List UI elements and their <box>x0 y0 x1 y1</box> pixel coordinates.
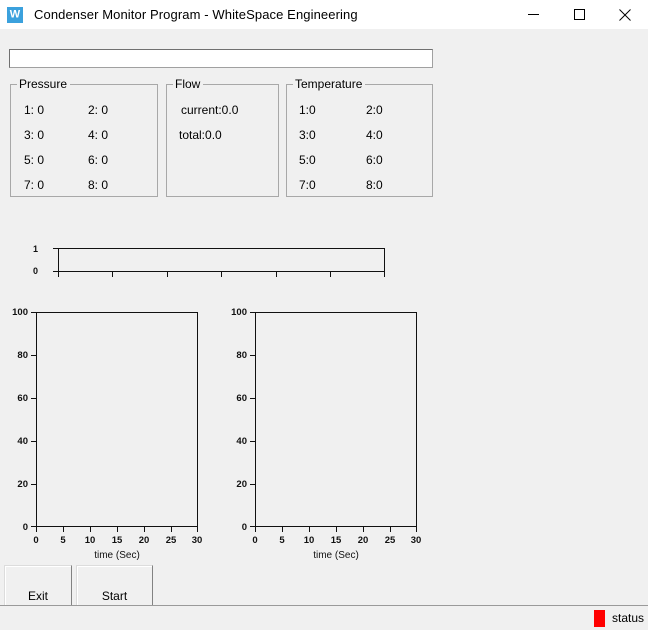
temperature-readout-7: 7:0 <box>299 178 316 192</box>
pressure-groupbox: Pressure 1: 0 2: 0 3: 0 4: 0 5: 0 6: 0 7… <box>10 77 158 197</box>
temperature-chart-xtick-label-25: 25 <box>384 535 396 546</box>
pressure-readout-7: 7: 0 <box>24 178 45 192</box>
temperature-chart-xtick-label-0: 0 <box>252 535 258 546</box>
pressure-readout-4: 4: 0 <box>88 128 109 142</box>
temperature-readout-6: 6:0 <box>366 153 383 167</box>
status-chart-ytick-label-1: 1 <box>32 244 38 254</box>
pressure-chart-xtick-label-10: 10 <box>84 535 96 546</box>
close-button[interactable] <box>602 0 648 29</box>
temperature-chart-xtick-label-15: 15 <box>330 535 342 546</box>
status-indicator-icon <box>593 609 605 627</box>
pressure-chart-xtick-label-20: 20 <box>138 535 150 546</box>
temperature-readout-4: 4:0 <box>366 128 383 142</box>
temperature-chart-ytick-label-100: 100 <box>231 307 247 318</box>
temperature-chart-ytick-label-0: 0 <box>241 522 247 533</box>
temperature-chart-plot-area <box>255 312 417 527</box>
client-area: Pressure 1: 0 2: 0 3: 0 4: 0 5: 0 6: 0 7… <box>0 29 648 630</box>
app-logo-icon: W <box>7 6 23 23</box>
titlebar: W Condenser Monitor Program - WhiteSpace… <box>0 0 648 30</box>
pressure-chart-ytick-label-40: 40 <box>17 436 28 447</box>
pressure-readout-3: 3: 0 <box>24 128 45 142</box>
flow-readout-current: current:0.0 <box>181 103 239 117</box>
temperature-chart-xtick-label-20: 20 <box>357 535 369 546</box>
pressure-readouts: 1: 0 2: 0 3: 0 4: 0 5: 0 6: 0 7: 0 8: 0 <box>11 85 157 196</box>
temperature-readout-3: 3:0 <box>299 128 316 142</box>
temperature-readout-5: 5:0 <box>299 153 316 167</box>
temperature-chart-xaxis-label: time (Sec) <box>313 550 359 561</box>
temperature-chart-xtick-label-30: 30 <box>410 535 422 546</box>
pressure-readout-5: 5: 0 <box>24 153 45 167</box>
temperature-groupbox: Temperature 1:0 2:0 3:0 4:0 5:0 6:0 7:0 … <box>286 77 433 197</box>
pressure-chart-ytick-label-20: 20 <box>17 479 28 490</box>
pressure-chart-xtick-label-5: 5 <box>60 535 66 546</box>
close-icon <box>619 8 631 21</box>
flow-readout-total: total:0.0 <box>179 128 222 142</box>
pressure-readout-6: 6: 0 <box>88 153 109 167</box>
command-input[interactable] <box>9 49 433 68</box>
pressure-readout-1: 1: 0 <box>24 103 45 117</box>
statusbar: status <box>0 605 648 630</box>
flow-groupbox: Flow current:0.0 total:0.0 <box>166 77 279 197</box>
pressure-chart-ytick-label-60: 60 <box>17 393 28 404</box>
minimize-icon <box>527 14 539 15</box>
pressure-chart-xtick-label-0: 0 <box>33 535 39 546</box>
minimize-button[interactable] <box>510 0 556 29</box>
temperature-readout-8: 8:0 <box>366 178 383 192</box>
status-label: status <box>611 611 644 625</box>
pressure-chart-ytick-label-100: 100 <box>12 307 28 318</box>
window-title: Condenser Monitor Program - WhiteSpace E… <box>34 7 358 22</box>
pressure-chart-xtick-label-25: 25 <box>165 535 177 546</box>
pressure-chart-xaxis-label: time (Sec) <box>94 550 140 561</box>
temperature-chart-ytick-label-80: 80 <box>236 350 247 361</box>
temperature-chart-ytick-label-60: 60 <box>236 393 247 404</box>
pressure-chart-ytick-label-80: 80 <box>17 350 28 361</box>
maximize-icon <box>573 9 585 20</box>
pressure-chart-ytick-label-0: 0 <box>22 522 28 533</box>
pressure-readout-2: 2: 0 <box>88 103 109 117</box>
temperature-chart-ytick-label-20: 20 <box>236 479 247 490</box>
pressure-chart-xtick-label-30: 30 <box>191 535 203 546</box>
temperature-chart-xtick-label-10: 10 <box>303 535 315 546</box>
app-logo-glyph: W <box>9 7 21 20</box>
temperature-chart-ytick-label-40: 40 <box>236 436 247 447</box>
pressure-chart: 100 80 60 40 20 0 0 5 10 15 20 25 30 tim… <box>0 274 215 561</box>
pressure-readout-8: 8: 0 <box>88 178 109 192</box>
temperature-chart-xtick-label-5: 5 <box>279 535 285 546</box>
temperature-chart: 100 80 60 40 20 0 0 5 10 15 20 25 30 tim… <box>219 274 444 561</box>
window-controls <box>510 0 648 29</box>
maximize-button[interactable] <box>556 0 602 29</box>
flow-readouts: current:0.0 total:0.0 <box>167 85 278 196</box>
status-chart-plot-area <box>58 248 385 272</box>
temperature-readout-1: 1:0 <box>299 103 316 117</box>
temperature-readouts: 1:0 2:0 3:0 4:0 5:0 6:0 7:0 8:0 <box>287 85 432 196</box>
pressure-chart-plot-area <box>36 312 198 527</box>
temperature-readout-2: 2:0 <box>366 103 383 117</box>
pressure-chart-xtick-label-15: 15 <box>111 535 123 546</box>
